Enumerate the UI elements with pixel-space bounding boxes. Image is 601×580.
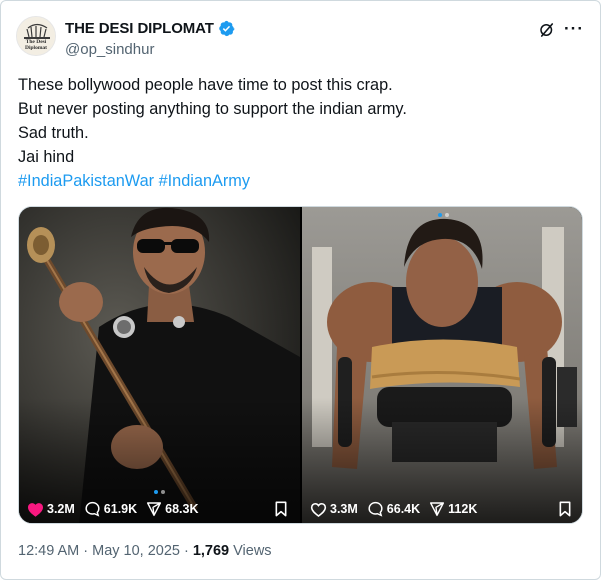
heart-outline-icon[interactable] [310,502,327,517]
hashtag-link[interactable]: #IndianArmy [159,172,250,190]
display-name[interactable]: THE DESI DIPLOMAT [65,20,214,37]
share-stat[interactable]: 68.3K [146,501,199,517]
like-count: 3.2M [47,502,75,516]
carousel-dots-top [302,213,582,217]
like-count: 3.3M [330,502,358,516]
media-overlay-1: 3.2M 61.9K 68.3K [19,207,300,523]
share-count: 68.3K [165,502,199,516]
more-icon[interactable]: ··· [561,20,587,40]
bookmark-icon[interactable] [274,501,288,517]
share-count: 112K [448,502,478,516]
tweet-line: These bollywood people have time to post… [18,76,393,94]
media-grid: 3.2M 61.9K 68.3K 3.3M 66.4K 112K [18,206,583,524]
share-send-icon[interactable] [429,501,445,517]
like-stat[interactable]: 3.2M [27,502,75,517]
tweet-line: Jai hind [18,148,75,166]
tweet-card: The Desi Diplomat THE DESI DIPLOMAT @op_… [0,0,601,580]
hashtags-line: #IndiaPakistanWar #IndianArmy [18,169,578,193]
comment-stat[interactable]: 66.4K [367,501,420,517]
carousel-dot-active [154,490,158,494]
grok-icon[interactable] [538,21,556,39]
tweet-line: Sad truth. [18,124,89,142]
tweet-meta: 12:49 AM · May 10, 2025 · 1,769 Views [18,543,272,559]
views-label: Views [233,543,272,559]
avatar-text: The Desi Diplomat [25,39,47,51]
comment-bubble-icon[interactable] [367,501,384,517]
carousel-dot [161,490,165,494]
author-handle[interactable]: @op_sindhur [65,41,154,58]
carousel-dot [444,213,449,217]
views-count[interactable]: 1,769 [193,543,229,559]
share-send-icon[interactable] [146,501,162,517]
meta-separator: · [183,543,189,559]
heart-filled-icon[interactable] [27,502,44,517]
media-stats-bar: 3.3M 66.4K 112K [310,499,576,519]
carousel-dot-active [437,213,442,217]
author-name-row[interactable]: THE DESI DIPLOMAT [65,20,235,37]
avatar[interactable]: The Desi Diplomat [16,16,56,56]
comment-count: 61.9K [103,502,138,516]
share-stat[interactable]: 112K [429,501,477,517]
meta-separator: · [83,543,89,559]
comment-stat[interactable]: 61.9K [84,501,137,517]
like-stat[interactable]: 3.3M [310,502,358,517]
tweet-text: These bollywood people have time to post… [18,73,578,193]
media-overlay-2: 3.3M 66.4K 112K [302,207,582,523]
carousel-dots [19,490,300,494]
comment-count: 66.4K [386,502,421,516]
tweet-line: But never posting anything to support th… [18,100,407,118]
comment-bubble-icon[interactable] [84,501,101,517]
verified-badge-icon[interactable] [218,20,235,37]
tweet-time[interactable]: 12:49 AM [18,543,79,559]
tweet-date[interactable]: May 10, 2025 [92,543,180,559]
hashtag-link[interactable]: #IndiaPakistanWar [18,172,154,190]
media-stats-bar: 3.2M 61.9K 68.3K [27,499,292,519]
bookmark-icon[interactable] [558,501,572,517]
